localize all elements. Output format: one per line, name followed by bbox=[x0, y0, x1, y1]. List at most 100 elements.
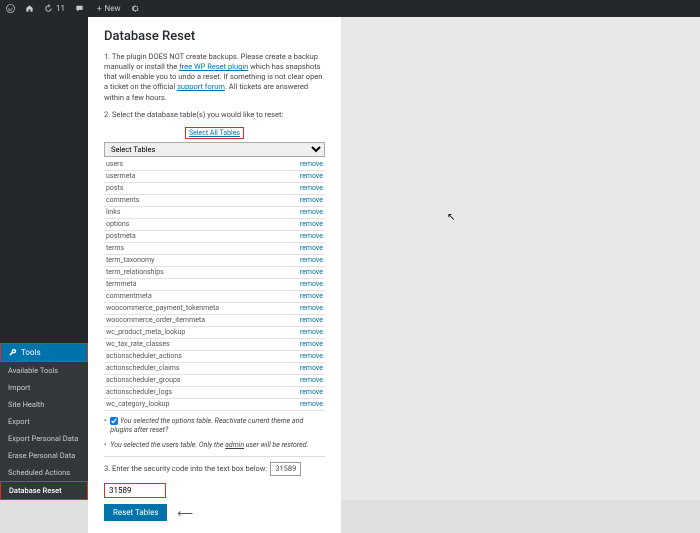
step3-text: 3. Enter the security code into the text… bbox=[104, 462, 325, 476]
remove-link[interactable]: remove bbox=[300, 268, 323, 276]
remove-link[interactable]: remove bbox=[300, 304, 323, 312]
sidebar-item-scheduled-actions[interactable]: Scheduled Actions bbox=[0, 464, 88, 481]
content-area: Database Reset 1. The plugin DOES NOT cr… bbox=[88, 17, 700, 500]
security-code-input[interactable] bbox=[104, 483, 166, 498]
table-name: postmeta bbox=[106, 232, 136, 240]
table-row: termmeta remove bbox=[104, 279, 325, 291]
remove-link[interactable]: remove bbox=[300, 160, 323, 168]
sidebar-item-export-personal[interactable]: Export Personal Data bbox=[0, 430, 88, 447]
sidebar-item-label: Tools bbox=[21, 348, 41, 357]
table-row: actionscheduler_actions remove bbox=[104, 351, 325, 363]
remove-link[interactable]: remove bbox=[300, 400, 323, 408]
table-row: links remove bbox=[104, 207, 325, 219]
table-name: woocommerce_order_itemmeta bbox=[106, 316, 205, 324]
wrench-icon bbox=[8, 348, 17, 357]
table-row: wc_category_lookup remove bbox=[104, 399, 325, 411]
table-row: wc_tax_rate_classesremove bbox=[104, 339, 325, 351]
remove-link[interactable]: remove bbox=[300, 244, 323, 252]
remove-link[interactable]: remove bbox=[300, 352, 323, 360]
remove-link[interactable]: remove bbox=[300, 220, 323, 228]
remove-link[interactable]: remove bbox=[300, 280, 323, 288]
remove-link[interactable]: remove bbox=[300, 340, 323, 348]
remove-link[interactable]: remove bbox=[300, 292, 323, 300]
divider bbox=[104, 456, 325, 457]
admin-bar: 11 +New bbox=[0, 0, 700, 17]
table-name: actionscheduler_claims bbox=[106, 364, 180, 372]
table-name: term_taxonomy bbox=[106, 256, 154, 264]
table-row: comments remove bbox=[104, 195, 325, 207]
new-button[interactable]: +New bbox=[97, 4, 121, 13]
sidebar-item-tools[interactable]: Tools bbox=[0, 343, 88, 362]
table-name: actionscheduler_groups bbox=[106, 376, 181, 384]
table-row: actionscheduler_logs remove bbox=[104, 387, 325, 399]
sidebar-item-import[interactable]: Import bbox=[0, 379, 88, 396]
remove-link[interactable]: remove bbox=[300, 328, 323, 336]
remove-link[interactable]: remove bbox=[300, 196, 323, 204]
table-name: posts bbox=[106, 184, 123, 192]
remove-link[interactable]: remove bbox=[300, 376, 323, 384]
remove-link[interactable]: remove bbox=[300, 316, 323, 324]
table-row: postmeta remove bbox=[104, 231, 325, 243]
table-name: comments bbox=[106, 196, 139, 204]
tables-list: usersremoveusermetaremovepostsremovecomm… bbox=[104, 159, 325, 411]
table-row: term_taxonomy remove bbox=[104, 255, 325, 267]
sidebar-item-export[interactable]: Export bbox=[0, 413, 88, 430]
remove-link[interactable]: remove bbox=[300, 388, 323, 396]
cursor-icon: ↖ bbox=[447, 212, 455, 223]
sidebar-item-database-reset[interactable]: Database Reset bbox=[0, 481, 88, 500]
table-row: actionscheduler_claims remove bbox=[104, 363, 325, 375]
arrow-annotation: ⟵ bbox=[177, 507, 193, 520]
table-row: users remove bbox=[104, 159, 325, 171]
table-name: options bbox=[106, 220, 129, 228]
table-row: term_relationships remove bbox=[104, 267, 325, 279]
options-note: • You selected the options table. Reacti… bbox=[104, 417, 325, 435]
table-name: wc_category_lookup bbox=[106, 400, 169, 408]
security-code-display: 31589 bbox=[270, 462, 301, 476]
gear-icon[interactable] bbox=[131, 4, 140, 13]
table-row: actionscheduler_groups remove bbox=[104, 375, 325, 387]
home-icon[interactable] bbox=[25, 4, 34, 13]
table-row: options remove bbox=[104, 219, 325, 231]
wp-reset-link[interactable]: free WP Reset plugin bbox=[179, 62, 248, 71]
table-name: users bbox=[106, 160, 123, 168]
remove-link[interactable]: remove bbox=[300, 172, 323, 180]
table-name: actionscheduler_logs bbox=[106, 388, 172, 396]
table-name: usermeta bbox=[106, 172, 136, 180]
reset-tables-button[interactable]: Reset Tables bbox=[104, 504, 167, 521]
select-all-tables-link[interactable]: Select All Tables bbox=[185, 127, 244, 139]
table-row: woocommerce_order_itemmeta remove bbox=[104, 315, 325, 327]
sidebar-item-available-tools[interactable]: Available Tools bbox=[0, 362, 88, 379]
table-name: wc_product_meta_lookup bbox=[106, 328, 185, 336]
table-name: terms bbox=[106, 244, 124, 252]
table-name: term_relationships bbox=[106, 268, 164, 276]
table-row: wc_product_meta_lookup remove bbox=[104, 327, 325, 339]
table-name: commentmeta bbox=[106, 292, 152, 300]
admin-sidebar: Tools Available Tools Import Site Health… bbox=[0, 17, 88, 500]
comments-icon[interactable] bbox=[75, 4, 87, 13]
reactivate-checkbox[interactable] bbox=[110, 417, 118, 425]
table-name: actionscheduler_actions bbox=[106, 352, 182, 360]
sidebar-item-site-health[interactable]: Site Health bbox=[0, 396, 88, 413]
remove-link[interactable]: remove bbox=[300, 184, 323, 192]
table-row: commentmeta remove bbox=[104, 291, 325, 303]
table-row: terms remove bbox=[104, 243, 325, 255]
support-forum-link[interactable]: support forum bbox=[177, 82, 225, 91]
updates-icon[interactable]: 11 bbox=[44, 4, 65, 13]
remove-link[interactable]: remove bbox=[300, 208, 323, 216]
table-row: posts remove bbox=[104, 183, 325, 195]
table-row: usermeta remove bbox=[104, 171, 325, 183]
tables-select[interactable]: Select Tables bbox=[104, 142, 325, 157]
remove-link[interactable]: remove bbox=[300, 256, 323, 264]
wp-logo[interactable] bbox=[6, 4, 15, 13]
table-name: links bbox=[106, 208, 120, 216]
sidebar-item-erase-personal[interactable]: Erase Personal Data bbox=[0, 447, 88, 464]
remove-link[interactable]: remove bbox=[300, 232, 323, 240]
table-row: woocommerce_payment_tokenmeta remove bbox=[104, 303, 325, 315]
step2-text: 2. Select the database table(s) you woul… bbox=[104, 110, 325, 120]
users-note: • You selected the users table. Only the… bbox=[104, 441, 325, 450]
table-name: termmeta bbox=[106, 280, 136, 288]
page-title: Database Reset bbox=[104, 29, 325, 44]
table-name: woocommerce_payment_tokenmeta bbox=[106, 304, 219, 312]
remove-link[interactable]: remove bbox=[300, 364, 323, 372]
step1-text: 1. The plugin DOES NOT create backups. P… bbox=[104, 52, 325, 103]
